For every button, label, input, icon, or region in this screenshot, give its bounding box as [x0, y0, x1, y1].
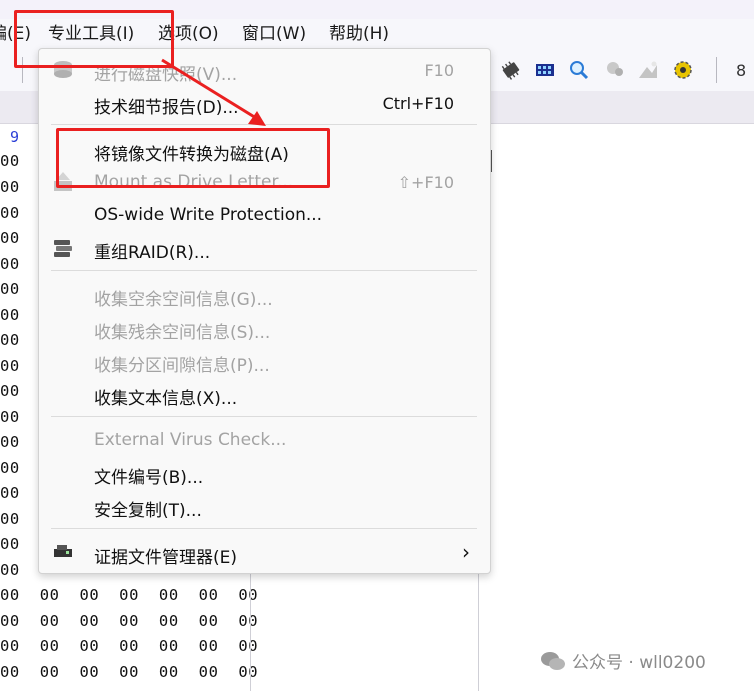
menu-item-gather-slack-space[interactable]: 收集残余空间信息(S)...: [94, 318, 270, 343]
hex-cell: 00: [0, 561, 20, 579]
pin-icon[interactable]: [604, 59, 626, 81]
hex-cell: 00: [0, 229, 20, 247]
menu-item-disk-snapshot[interactable]: 进行磁盘快照(V)...: [94, 60, 237, 85]
disk-snapshot-icon: [54, 61, 72, 78]
shortcut-shift-f10: ⇧+F10: [397, 173, 454, 192]
submenu-arrow-icon: ›: [462, 540, 470, 564]
hex-row: 00 00 00 00 00 00 00: [0, 637, 259, 655]
menu-separator: [51, 270, 477, 271]
menu-item-tech-report[interactable]: 技术细节报告(D)...: [94, 93, 239, 118]
mount-icon: [54, 172, 72, 191]
menu-item-convert-image-to-disk[interactable]: 将镜像文件转换为磁盘(A): [94, 140, 289, 165]
menu-item-external-virus-check[interactable]: External Virus Check...: [94, 430, 286, 450]
hex-cell: 00: [0, 255, 20, 273]
wechat-icon: [541, 652, 565, 670]
shortcut-ctrl-f10: Ctrl+F10: [382, 94, 454, 113]
hex-cell: 00: [0, 280, 20, 298]
menu-item-gather-free-space[interactable]: 收集空余空间信息(G)...: [94, 285, 273, 310]
hex-column-header: 9: [10, 128, 20, 146]
menu-item-gather-text[interactable]: 收集文本信息(X)...: [94, 384, 237, 409]
menu-edit[interactable]: 编(E): [0, 19, 31, 49]
ram-icon[interactable]: [534, 59, 556, 81]
menu-item-mount-drive-letter[interactable]: Mount as Drive Letter...: [94, 172, 293, 192]
title-bar: [0, 0, 754, 19]
menu-separator: [51, 124, 477, 125]
hex-cell: 00: [0, 433, 20, 451]
menu-bar: 编(E) 专业工具(I) 选项(O) 窗口(W) 帮助(H): [0, 19, 754, 49]
menu-item-write-protection[interactable]: OS-wide Write Protection...: [94, 205, 322, 225]
toolbar-separator: [22, 57, 23, 83]
evidence-icon: [54, 545, 72, 557]
menu-item-gather-partition-gaps[interactable]: 收集分区间隙信息(P)...: [94, 351, 270, 376]
hex-row: 00 00 00 00 00 00 00: [0, 586, 259, 604]
menu-item-file-numbering[interactable]: 文件编号(B)...: [94, 463, 203, 488]
hex-cell: 00: [0, 152, 20, 170]
menu-window[interactable]: 窗口(W): [242, 19, 306, 49]
hex-cell: 00: [0, 357, 20, 375]
menu-item-reconstruct-raid[interactable]: 重组RAID(R)...: [94, 238, 210, 263]
hex-cell: 00: [0, 408, 20, 426]
text-panel[interactable]: [490, 124, 754, 691]
menu-options[interactable]: 选项(O): [158, 19, 219, 49]
hex-cell: 00: [0, 178, 20, 196]
menu-item-secure-copy[interactable]: 安全复制(T)...: [94, 496, 202, 521]
hex-cell: 00: [0, 331, 20, 349]
hex-cell: 00: [0, 306, 20, 324]
toolbar-separator: [716, 57, 717, 83]
menu-separator: [51, 416, 477, 417]
watermark-text: 公众号 · wll0200: [572, 653, 706, 673]
svg-text:8: 8: [736, 61, 746, 80]
hex-cell: 00: [0, 382, 20, 400]
specialist-tools-dropdown: 进行磁盘快照(V)... F10 技术细节报告(D)... Ctrl+F10 将…: [38, 48, 491, 574]
hex-cell: 00: [0, 535, 20, 553]
menu-help[interactable]: 帮助(H): [329, 19, 389, 49]
hex-row: 00 00 00 00 00 00 00: [0, 663, 259, 681]
shortcut-f10: F10: [424, 61, 454, 80]
hex-row: 00 00 00 00 00 00 00: [0, 612, 259, 630]
menu-item-evidence-file-manager[interactable]: 证据文件管理器(E): [94, 543, 237, 568]
picture-icon[interactable]: [637, 59, 659, 81]
hex-cell: 00: [0, 459, 20, 477]
hex-cell: 00: [0, 484, 20, 502]
raid-icon: [54, 240, 72, 257]
hex-cell: 00: [0, 204, 20, 222]
chip-icon[interactable]: [500, 59, 522, 81]
menu-separator: [51, 528, 477, 529]
binary-icon[interactable]: 8: [734, 59, 754, 81]
menu-specialist-tools[interactable]: 专业工具(I): [48, 19, 134, 49]
search-icon[interactable]: [568, 59, 590, 81]
hex-cell: 00: [0, 510, 20, 528]
gear-icon[interactable]: [672, 59, 694, 81]
